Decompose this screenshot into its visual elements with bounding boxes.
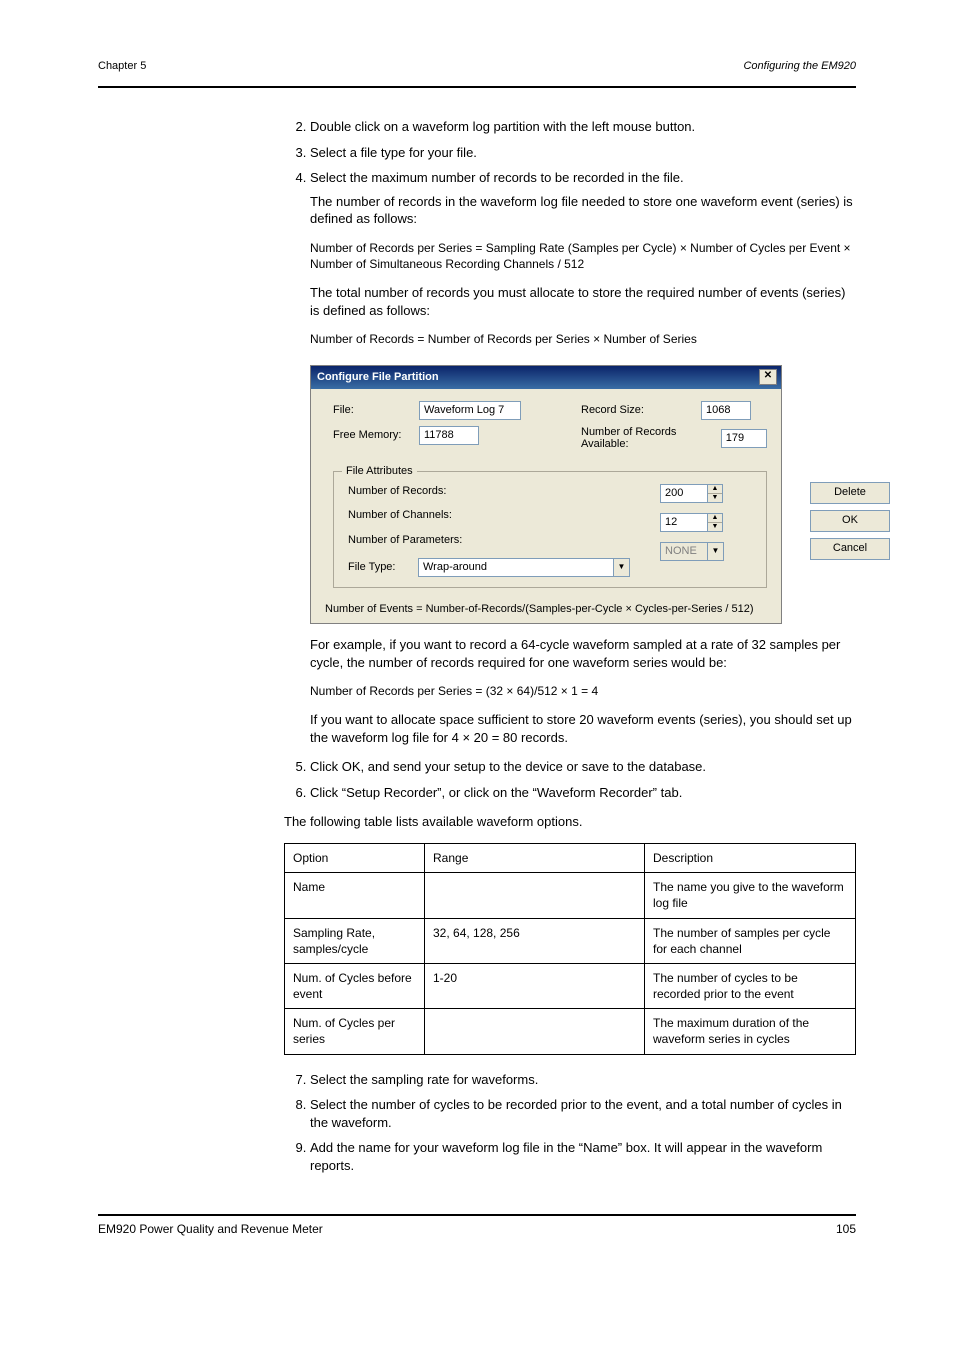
step-list-bottom: Select the sampling rate for waveforms. … bbox=[284, 1071, 856, 1175]
step-6: Click “Setup Recorder”, or click on the … bbox=[310, 784, 856, 802]
configure-file-partition-dialog: Configure File Partition ✕ File: Wavefor… bbox=[310, 365, 782, 624]
close-icon[interactable]: ✕ bbox=[759, 369, 777, 385]
example-para-1: For example, if you want to record a 64-… bbox=[310, 636, 856, 671]
step-2: Double click on a waveform log partition… bbox=[310, 118, 856, 136]
number-of-parameters-combo: NONE ▼ bbox=[660, 542, 724, 561]
file-type-combo[interactable]: Wrap-around ▼ bbox=[418, 558, 630, 577]
number-of-channels-label: Number of Channels: bbox=[348, 508, 452, 523]
chevron-down-icon[interactable]: ▼ bbox=[708, 494, 722, 502]
table-row: Name The name you give to the waveform l… bbox=[285, 873, 856, 918]
chevron-up-icon[interactable]: ▲ bbox=[708, 485, 722, 494]
step-9: Add the name for your waveform log file … bbox=[310, 1139, 856, 1174]
table-intro: The following table lists available wave… bbox=[284, 813, 856, 831]
chevron-down-icon[interactable]: ▼ bbox=[614, 558, 630, 577]
table-header: Description bbox=[645, 843, 856, 872]
free-memory-field: 11788 bbox=[419, 426, 479, 445]
header-rule bbox=[98, 86, 856, 88]
free-memory-label: Free Memory: bbox=[333, 428, 411, 443]
number-of-parameters-value: NONE bbox=[660, 542, 708, 561]
file-type-value: Wrap-around bbox=[418, 558, 614, 577]
table-row: Sampling Rate, samples/cycle 32, 64, 128… bbox=[285, 918, 856, 963]
chevron-down-icon[interactable]: ▼ bbox=[708, 523, 722, 531]
record-size-label: Record Size: bbox=[581, 403, 693, 418]
delete-button[interactable]: Delete bbox=[810, 482, 890, 504]
waveform-options-table: Option Range Description Name The name y… bbox=[284, 843, 856, 1055]
file-label: File: bbox=[333, 403, 411, 418]
file-attributes-group: File Attributes Number of Records: Numbe… bbox=[333, 471, 767, 589]
dialog-footer-note: Number of Events = Number-of-Records/(Sa… bbox=[311, 598, 781, 623]
number-of-channels-stepper[interactable]: 12 ▲▼ bbox=[660, 513, 723, 532]
dialog-titlebar[interactable]: Configure File Partition ✕ bbox=[311, 366, 781, 389]
records-available-label: Number of Records Available: bbox=[581, 426, 713, 450]
step-8: Select the number of cycles to be record… bbox=[310, 1096, 856, 1131]
number-of-records-stepper[interactable]: 200 ▲▼ bbox=[660, 484, 723, 503]
step-3: Select a file type for your file. bbox=[310, 144, 856, 162]
cancel-button[interactable]: Cancel bbox=[810, 538, 890, 560]
number-of-parameters-label: Number of Parameters: bbox=[348, 533, 462, 548]
table-header-row: Option Range Description bbox=[285, 843, 856, 872]
step-4: Select the maximum number of records to … bbox=[310, 169, 856, 228]
header-right: Configuring the EM920 bbox=[743, 60, 856, 72]
records-available-field: 179 bbox=[721, 429, 767, 448]
table-row: Num. of Cycles per series The maximum du… bbox=[285, 1009, 856, 1054]
step-4-sub: The number of records in the waveform lo… bbox=[310, 193, 856, 228]
table-header: Option bbox=[285, 843, 425, 872]
record-size-field: 1068 bbox=[701, 401, 751, 420]
step-5: Click OK, and send your setup to the dev… bbox=[310, 758, 856, 776]
step-list-top: Double click on a waveform log partition… bbox=[284, 118, 856, 228]
dialog-title: Configure File Partition bbox=[317, 370, 439, 385]
header-left: Chapter 5 bbox=[98, 60, 146, 72]
table-header: Range bbox=[425, 843, 645, 872]
para-after-formula1: The total number of records you must all… bbox=[310, 284, 856, 319]
number-of-records-value[interactable]: 200 bbox=[660, 484, 708, 503]
file-field[interactable]: Waveform Log 7 bbox=[419, 401, 521, 420]
file-attributes-legend: File Attributes bbox=[342, 464, 417, 479]
table-row: Num. of Cycles before event 1-20 The num… bbox=[285, 963, 856, 1008]
formula-1: Number of Records per Series = Sampling … bbox=[310, 240, 856, 272]
formula-2: Number of Records = Number of Records pe… bbox=[310, 331, 856, 347]
step-list-mid: Click OK, and send your setup to the dev… bbox=[284, 758, 856, 801]
footer-left: EM920 Power Quality and Revenue Meter bbox=[98, 1222, 323, 1236]
chevron-down-icon: ▼ bbox=[708, 542, 724, 561]
footer-rule bbox=[98, 1214, 856, 1216]
calc-line: Number of Records per Series = (32 × 64)… bbox=[310, 683, 856, 699]
footer-page-number: 105 bbox=[836, 1222, 856, 1236]
number-of-records-label: Number of Records: bbox=[348, 484, 446, 499]
chevron-up-icon[interactable]: ▲ bbox=[708, 514, 722, 523]
step-7: Select the sampling rate for waveforms. bbox=[310, 1071, 856, 1089]
example-para-2: If you want to allocate space sufficient… bbox=[310, 711, 856, 746]
file-type-label: File Type: bbox=[348, 560, 410, 575]
ok-button[interactable]: OK bbox=[810, 510, 890, 532]
number-of-channels-value[interactable]: 12 bbox=[660, 513, 708, 532]
